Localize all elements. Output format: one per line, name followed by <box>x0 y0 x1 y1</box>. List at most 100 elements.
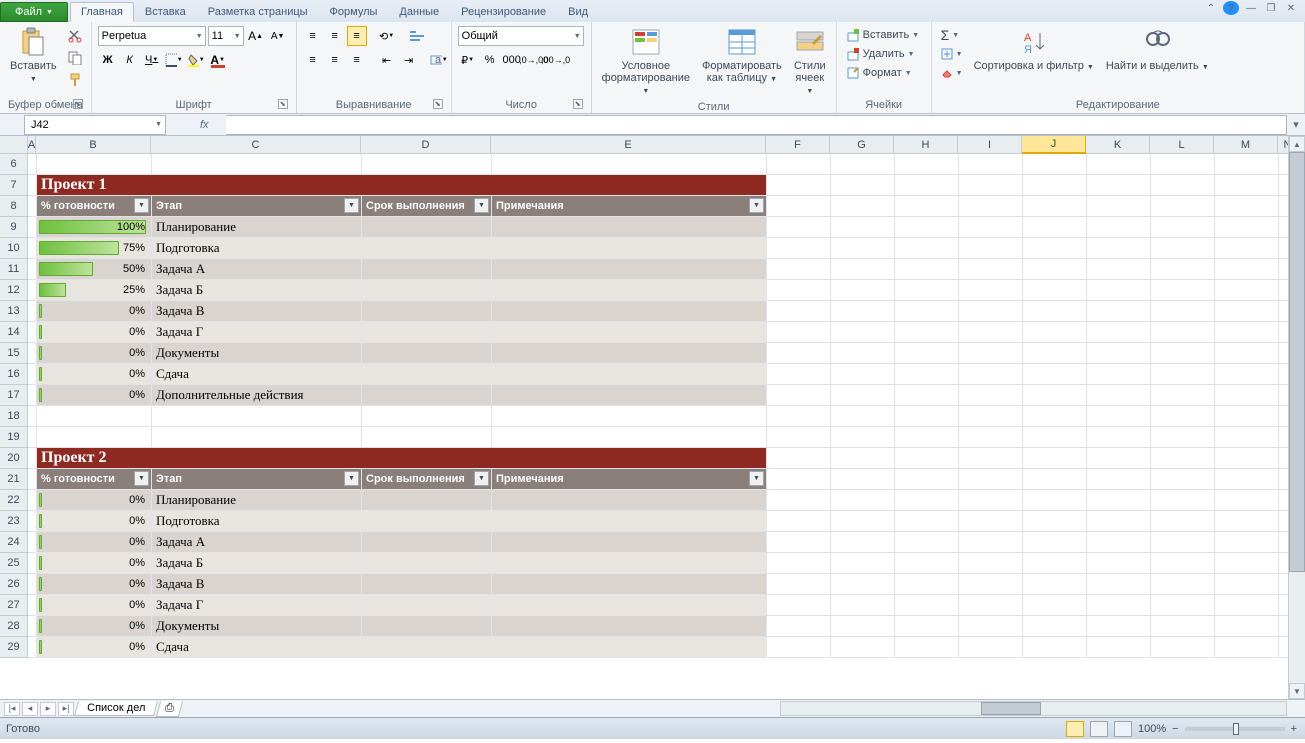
cell[interactable] <box>767 448 831 469</box>
cell[interactable] <box>831 427 895 448</box>
cell[interactable] <box>959 553 1023 574</box>
cell[interactable] <box>28 217 37 238</box>
cell[interactable]: 0% <box>37 301 152 322</box>
cell[interactable]: 0% <box>37 511 152 532</box>
cell[interactable] <box>1087 532 1151 553</box>
row-header[interactable]: 19 <box>0 427 28 448</box>
cell[interactable] <box>152 427 362 448</box>
cell[interactable] <box>362 511 492 532</box>
horizontal-scrollbar[interactable] <box>780 701 1287 716</box>
row-header[interactable]: 6 <box>0 154 28 175</box>
cell[interactable] <box>767 511 831 532</box>
cell[interactable] <box>1087 175 1151 196</box>
filter-button[interactable]: ▼ <box>474 198 489 213</box>
cell[interactable] <box>1151 448 1215 469</box>
cell[interactable] <box>1087 280 1151 301</box>
cell[interactable] <box>831 637 895 658</box>
row-header[interactable]: 18 <box>0 406 28 427</box>
wrap-text-button[interactable] <box>407 26 427 46</box>
cell[interactable] <box>959 616 1023 637</box>
row-header[interactable]: 12 <box>0 280 28 301</box>
cell[interactable] <box>1151 154 1215 175</box>
new-sheet-button[interactable]: ⎙ <box>156 701 183 717</box>
cell[interactable] <box>492 385 767 406</box>
cell[interactable]: 0% <box>37 343 152 364</box>
cell[interactable] <box>767 532 831 553</box>
cell[interactable] <box>1087 448 1151 469</box>
vertical-scrollbar[interactable]: ▲ ▼ <box>1288 136 1305 699</box>
cell[interactable] <box>362 553 492 574</box>
cell[interactable] <box>1023 574 1087 595</box>
cell[interactable] <box>1151 574 1215 595</box>
align-dialog-launcher[interactable]: ⬊ <box>433 99 443 109</box>
column-header[interactable]: G <box>830 136 894 154</box>
cell[interactable] <box>1151 259 1215 280</box>
cell[interactable] <box>1023 322 1087 343</box>
cell[interactable] <box>831 196 895 217</box>
cell[interactable] <box>28 448 37 469</box>
cell[interactable] <box>492 553 767 574</box>
cell[interactable] <box>362 217 492 238</box>
cell[interactable] <box>152 154 362 175</box>
cell[interactable] <box>1215 553 1279 574</box>
cell[interactable] <box>28 196 37 217</box>
cell[interactable] <box>37 427 152 448</box>
cell[interactable] <box>767 385 831 406</box>
ribbon-tab-0[interactable]: Главная <box>70 2 134 22</box>
cell[interactable] <box>28 490 37 511</box>
cell[interactable] <box>362 238 492 259</box>
cell[interactable]: Задача Г <box>152 322 362 343</box>
cell[interactable] <box>37 154 152 175</box>
cell[interactable] <box>1215 532 1279 553</box>
filter-button[interactable]: ▼ <box>749 198 764 213</box>
row-header[interactable]: 13 <box>0 301 28 322</box>
cell[interactable] <box>959 469 1023 490</box>
cell[interactable] <box>831 217 895 238</box>
font-name-combo[interactable]: Perpetua▼ <box>98 26 206 46</box>
row-header[interactable]: 29 <box>0 637 28 658</box>
cell[interactable] <box>767 301 831 322</box>
row-header[interactable]: 16 <box>0 364 28 385</box>
cell[interactable] <box>1151 322 1215 343</box>
cell[interactable] <box>831 343 895 364</box>
cell[interactable] <box>959 574 1023 595</box>
cell[interactable] <box>1215 616 1279 637</box>
cell[interactable] <box>895 175 959 196</box>
row-header[interactable]: 15 <box>0 343 28 364</box>
cell[interactable] <box>767 469 831 490</box>
cell[interactable] <box>1215 322 1279 343</box>
restore-icon[interactable]: ❐ <box>1263 1 1279 15</box>
cell[interactable] <box>1023 511 1087 532</box>
cell[interactable] <box>1023 280 1087 301</box>
cell[interactable] <box>362 490 492 511</box>
cell[interactable]: Планирование <box>152 490 362 511</box>
cell[interactable] <box>28 385 37 406</box>
cell[interactable] <box>831 406 895 427</box>
cell[interactable]: Документы <box>152 616 362 637</box>
cell[interactable] <box>1023 154 1087 175</box>
column-header[interactable]: L <box>1150 136 1214 154</box>
cell[interactable] <box>1151 595 1215 616</box>
row-header[interactable]: 22 <box>0 490 28 511</box>
cell[interactable]: 50% <box>37 259 152 280</box>
row-header[interactable]: 17 <box>0 385 28 406</box>
column-header[interactable]: K <box>1086 136 1150 154</box>
cell[interactable] <box>959 406 1023 427</box>
cell[interactable]: Задача А <box>152 532 362 553</box>
cell[interactable] <box>767 553 831 574</box>
conditional-format-button[interactable]: Условное форматирование ▼ <box>598 24 694 100</box>
sheet-nav-last[interactable]: ▸| <box>58 702 74 716</box>
cell[interactable] <box>28 301 37 322</box>
cell[interactable] <box>1215 406 1279 427</box>
cell[interactable] <box>1023 343 1087 364</box>
cell[interactable] <box>1151 343 1215 364</box>
cell[interactable]: Задача Г <box>152 595 362 616</box>
row-header[interactable]: 9 <box>0 217 28 238</box>
cell[interactable] <box>1087 616 1151 637</box>
cell[interactable] <box>895 280 959 301</box>
cell[interactable] <box>1087 595 1151 616</box>
column-header[interactable]: F <box>766 136 830 154</box>
cell[interactable] <box>1023 406 1087 427</box>
cell[interactable] <box>767 322 831 343</box>
cell[interactable] <box>831 574 895 595</box>
